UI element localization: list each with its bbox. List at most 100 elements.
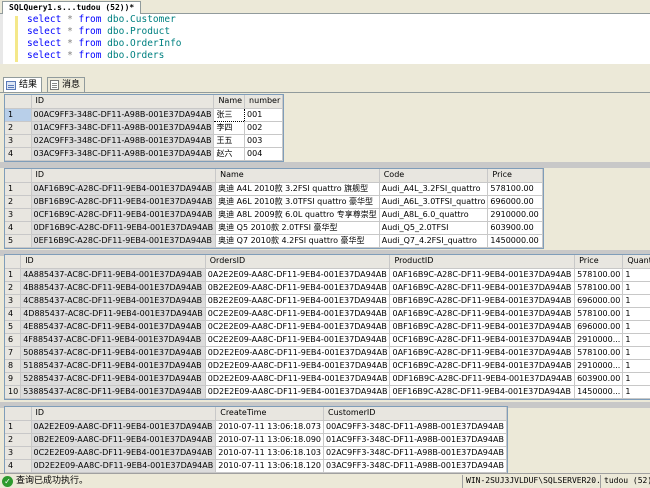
table-row[interactable]: 10 53885437-AC8C-DF11-9EB4-001E37DA94AB 0D… — [5, 385, 650, 399]
table-cell[interactable]: 奥迪 Q7 2010款 4.2FSI quattro 豪华型 — [215, 234, 380, 248]
table-row[interactable]: 5 4E885437-AC8C-DF11-9EB4-001E37DA94AB 0C2… — [5, 320, 650, 334]
row-number[interactable]: 1 — [5, 420, 32, 434]
table-row[interactable]: 6 4F885437-AC8C-DF11-9EB4-001E37DA94AB 0C2… — [5, 333, 650, 347]
table-cell[interactable]: 02AC9FF3-348C-DF11-A98B-001E37DA94AB — [31, 134, 215, 148]
table-cell[interactable]: 03AC9FF3-348C-DF11-A98B-001E37DA94AB — [323, 459, 507, 473]
result-grid-orderinfo[interactable]: ID OrdersID ProductID Price Quantity 14A… — [4, 254, 650, 400]
table-cell[interactable]: 2910000.00 — [487, 208, 544, 222]
table-cell[interactable]: 2010-07-11 13:06:18.103 — [215, 446, 325, 460]
table-cell[interactable]: 4C885437-AC8C-DF11-9EB4-001E37DA94AB — [20, 294, 206, 308]
table-cell[interactable]: 0D2E2E09-AA8C-DF11-9EB4-001E37DA94AB — [31, 459, 217, 473]
table-row[interactable]: 2 4B885437-AC8C-DF11-9EB4-001E37DA94AB 0B2… — [5, 281, 650, 295]
table-row[interactable]: 1 0AF16B9C-A28C-DF11-9EB4-001E37DA94AB 奥迪 … — [5, 182, 544, 196]
row-number[interactable]: 2 — [5, 281, 22, 295]
table-row[interactable]: 4 0DF16B9C-A28C-DF11-9EB4-001E37DA94AB 奥迪 … — [5, 221, 544, 235]
table-row[interactable]: 5 0EF16B9C-A28C-DF11-9EB4-001E37DA94AB 奥迪 … — [5, 234, 544, 248]
table-row[interactable]: 4 4D885437-AC8C-DF11-9EB4-001E37DA94AB 0C2… — [5, 307, 650, 321]
table-cell[interactable]: 03AC9FF3-348C-DF11-A98B-001E37DA94AB — [31, 147, 215, 161]
table-cell[interactable]: 0D2E2E09-AA8C-DF11-9EB4-001E37DA94AB — [205, 372, 391, 386]
table-row[interactable]: 4 0D2E2E09-AA8C-DF11-9EB4-001E37DA94AB 201… — [5, 459, 507, 473]
column-header[interactable]: ID — [31, 407, 217, 421]
grid-corner[interactable] — [5, 169, 32, 183]
row-number[interactable]: 5 — [5, 234, 32, 248]
table-cell[interactable]: 578100.00 — [574, 268, 624, 282]
table-cell[interactable]: 0AF16B9C-A28C-DF11-9EB4-001E37DA94AB — [389, 268, 576, 282]
column-header[interactable]: OrdersID — [205, 255, 391, 269]
table-row[interactable]: 2 0BF16B9C-A28C-DF11-9EB4-001E37DA94AB 奥迪 … — [5, 195, 544, 209]
row-number[interactable]: 2 — [5, 195, 32, 209]
table-cell[interactable]: Audi_A8L_6.0_quattro — [379, 208, 489, 222]
table-cell[interactable]: 奥迪 Q5 2010款 2.0TFSI 豪华型 — [215, 221, 380, 235]
row-number[interactable]: 3 — [5, 294, 22, 308]
row-number[interactable]: 2 — [5, 121, 32, 135]
sql-editor[interactable]: select * from dbo.Customer select * from… — [0, 14, 650, 64]
table-cell[interactable]: 1 — [622, 268, 650, 282]
table-cell[interactable]: 0CF16B9C-A28C-DF11-9EB4-001E37DA94AB — [389, 359, 576, 373]
table-cell[interactable]: 50885437-AC8C-DF11-9EB4-001E37DA94AB — [20, 346, 206, 360]
table-cell[interactable]: Audi_Q7_4.2FSI_quattro — [379, 234, 489, 248]
table-row[interactable]: 1 0A2E2E09-AA8C-DF11-9EB4-001E37DA94AB 201… — [5, 420, 507, 434]
column-header[interactable]: Name — [213, 95, 246, 109]
column-header[interactable]: Quantity — [622, 255, 650, 269]
table-cell[interactable]: 696000.00 — [574, 320, 624, 334]
table-cell[interactable]: 奥迪 A8L 2009款 6.0L quattro 专享尊崇型 — [215, 208, 380, 222]
tab-messages[interactable]: 消息 — [47, 77, 86, 92]
column-header[interactable]: Name — [215, 169, 380, 183]
row-number[interactable]: 4 — [5, 221, 32, 235]
table-cell[interactable]: 52885437-AC8C-DF11-9EB4-001E37DA94AB — [20, 372, 206, 386]
table-cell[interactable]: 0D2E2E09-AA8C-DF11-9EB4-001E37DA94AB — [205, 346, 391, 360]
table-cell[interactable]: 0DF16B9C-A28C-DF11-9EB4-001E37DA94AB — [389, 372, 576, 386]
row-number[interactable]: 1 — [5, 268, 22, 282]
table-cell[interactable]: 0D2E2E09-AA8C-DF11-9EB4-001E37DA94AB — [205, 359, 391, 373]
table-cell[interactable]: Audi_Q5_2.0TFSI — [379, 221, 489, 235]
table-cell[interactable]: 004 — [244, 147, 284, 161]
column-header[interactable]: ID — [31, 95, 215, 109]
column-header[interactable]: ID — [31, 169, 217, 183]
result-grid-customer[interactable]: ID Name number 1 00AC9FF3-348C-DF11-A98B-… — [4, 94, 285, 162]
table-cell[interactable]: Audi_A6L_3.0TFSI_quattro — [379, 195, 489, 209]
column-header[interactable]: Price — [487, 169, 544, 183]
table-cell[interactable]: 0AF16B9C-A28C-DF11-9EB4-001E37DA94AB — [389, 307, 576, 321]
table-cell[interactable]: 0BF16B9C-A28C-DF11-9EB4-001E37DA94AB — [389, 294, 576, 308]
table-cell[interactable]: 578100.00 — [574, 281, 624, 295]
table-cell[interactable]: 2010-07-11 13:06:18.120 — [215, 459, 325, 473]
column-header[interactable]: CreateTime — [215, 407, 325, 421]
table-cell[interactable]: 0C2E2E09-AA8C-DF11-9EB4-001E37DA94AB — [205, 307, 391, 321]
table-cell[interactable]: 2010-07-11 13:06:18.073 — [215, 420, 325, 434]
table-cell[interactable]: 1 — [622, 346, 650, 360]
table-cell[interactable]: 0CF16B9C-A28C-DF11-9EB4-001E37DA94AB — [31, 208, 217, 222]
result-grid-product[interactable]: ID Name Code Price 1 0AF16B9C-A28C-DF11-9… — [4, 168, 545, 249]
table-cell[interactable]: 696000.00 — [574, 294, 624, 308]
table-cell[interactable]: 王五 — [213, 134, 246, 148]
row-number[interactable]: 4 — [5, 147, 32, 161]
table-cell[interactable]: 0AF16B9C-A28C-DF11-9EB4-001E37DA94AB — [389, 281, 576, 295]
table-row[interactable]: 3 0C2E2E09-AA8C-DF11-9EB4-001E37DA94AB 201… — [5, 446, 507, 460]
code-line[interactable]: select * from dbo.Orders — [27, 50, 164, 62]
table-cell[interactable]: 4B885437-AC8C-DF11-9EB4-001E37DA94AB — [20, 281, 206, 295]
table-cell[interactable]: 51885437-AC8C-DF11-9EB4-001E37DA94AB — [20, 359, 206, 373]
tab-results[interactable]: 结果 — [3, 77, 43, 93]
table-cell[interactable]: 0DF16B9C-A28C-DF11-9EB4-001E37DA94AB — [31, 221, 217, 235]
table-cell[interactable]: 603900.00 — [487, 221, 544, 235]
table-cell[interactable]: 0EF16B9C-A28C-DF11-9EB4-001E37DA94AB — [389, 385, 576, 399]
table-cell[interactable]: 02AC9FF3-348C-DF11-A98B-001E37DA94AB — [323, 446, 507, 460]
column-header[interactable]: number — [244, 95, 284, 109]
table-cell[interactable]: 2010-07-11 13:06:18.090 — [215, 433, 325, 447]
table-cell[interactable]: 0A2E2E09-AA8C-DF11-9EB4-001E37DA94AB — [205, 268, 391, 282]
column-header[interactable]: Code — [379, 169, 489, 183]
table-cell[interactable]: 0AF16B9C-A28C-DF11-9EB4-001E37DA94AB — [389, 346, 576, 360]
table-cell[interactable]: 4A885437-AC8C-DF11-9EB4-001E37DA94AB — [20, 268, 206, 282]
table-cell[interactable]: 0B2E2E09-AA8C-DF11-9EB4-001E37DA94AB — [205, 294, 391, 308]
row-number[interactable]: 10 — [5, 385, 22, 399]
grid-corner[interactable] — [5, 255, 22, 269]
table-row[interactable]: 1 4A885437-AC8C-DF11-9EB4-001E37DA94AB 0A2… — [5, 268, 650, 282]
table-row[interactable]: 2 0B2E2E09-AA8C-DF11-9EB4-001E37DA94AB 201… — [5, 433, 507, 447]
table-cell[interactable]: 1450000... — [574, 385, 624, 399]
table-cell[interactable]: 奥迪 A6L 2010款 3.0TFSI quattro 豪华型 — [215, 195, 380, 209]
row-number[interactable]: 3 — [5, 134, 32, 148]
table-cell[interactable]: 00AC9FF3-348C-DF11-A98B-001E37DA94AB — [323, 420, 507, 434]
table-cell[interactable]: 53885437-AC8C-DF11-9EB4-001E37DA94AB — [20, 385, 206, 399]
table-cell[interactable]: 1 — [622, 320, 650, 334]
code-line[interactable]: select * from dbo.Product — [27, 26, 170, 38]
table-row[interactable]: 8 51885437-AC8C-DF11-9EB4-001E37DA94AB 0D2… — [5, 359, 650, 373]
